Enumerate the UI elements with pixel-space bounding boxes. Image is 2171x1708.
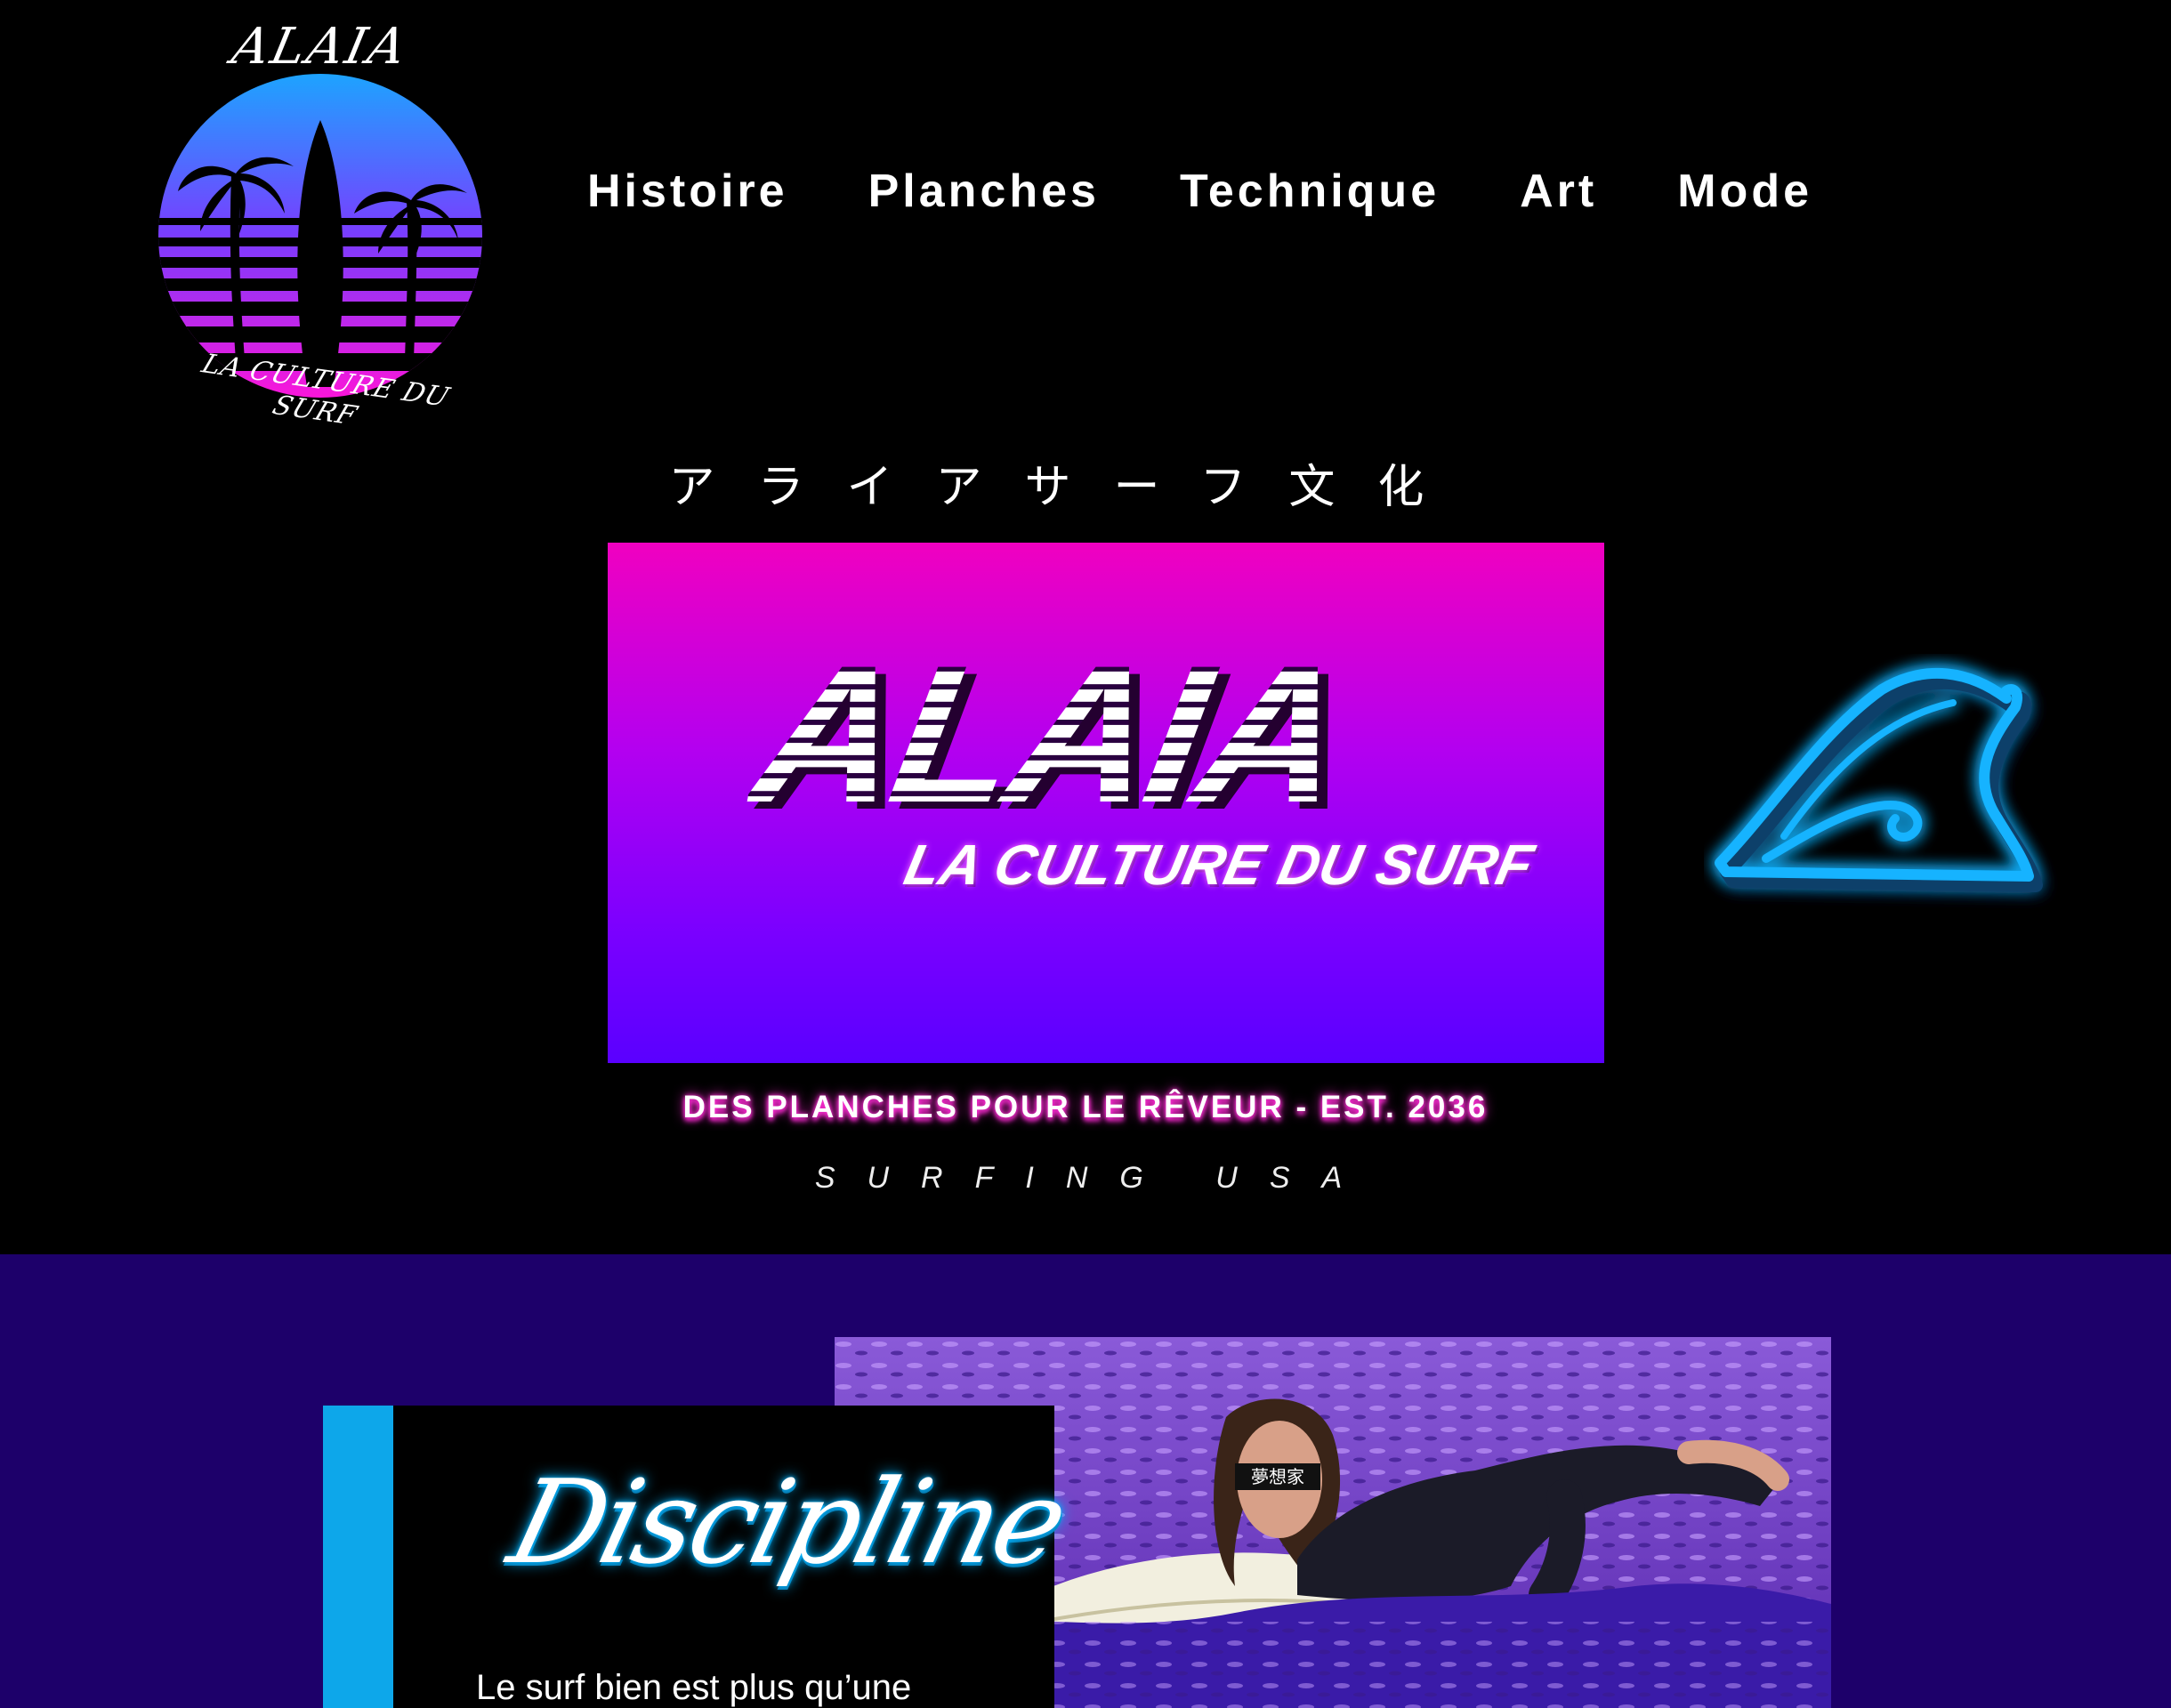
card-accent-bar — [323, 1406, 393, 1708]
nav-item-histoire[interactable]: Histoire — [587, 165, 788, 218]
japanese-title: アライアサーフ文化 — [668, 461, 1467, 514]
nav-item-art[interactable]: Art — [1520, 165, 1597, 218]
hero-title: ALAIA — [739, 624, 1359, 843]
card-text: Le surf bien est plus qu’une — [476, 1668, 912, 1707]
neon-wave-icon — [1715, 667, 2043, 892]
site-logo[interactable]: ALAIA LA CULTURE DU SURF — [151, 18, 507, 431]
hero-banner: ALAIA ALAIA LA CULTURE DU SURF — [608, 543, 1604, 1063]
photo-eye-bar-label: 夢想家 — [1251, 1466, 1304, 1487]
hero-subtitle: LA CULTURE DU SURF — [899, 833, 1539, 897]
nav-item-technique[interactable]: Technique — [1180, 165, 1440, 218]
surfing-usa-text: SURFING USA — [814, 1161, 1375, 1195]
main-nav: Histoire Planches Technique Art Mode — [587, 165, 1812, 218]
nav-item-planches[interactable]: Planches — [868, 165, 1100, 218]
discipline-card: Discipline Le surf bien est plus qu’une — [323, 1406, 1077, 1708]
card-title: Discipline — [497, 1454, 1077, 1590]
nav-item-mode[interactable]: Mode — [1677, 165, 1812, 218]
hero-tagline: DES PLANCHES POUR LE RÊVEUR - EST. 2036 — [682, 1090, 1489, 1124]
